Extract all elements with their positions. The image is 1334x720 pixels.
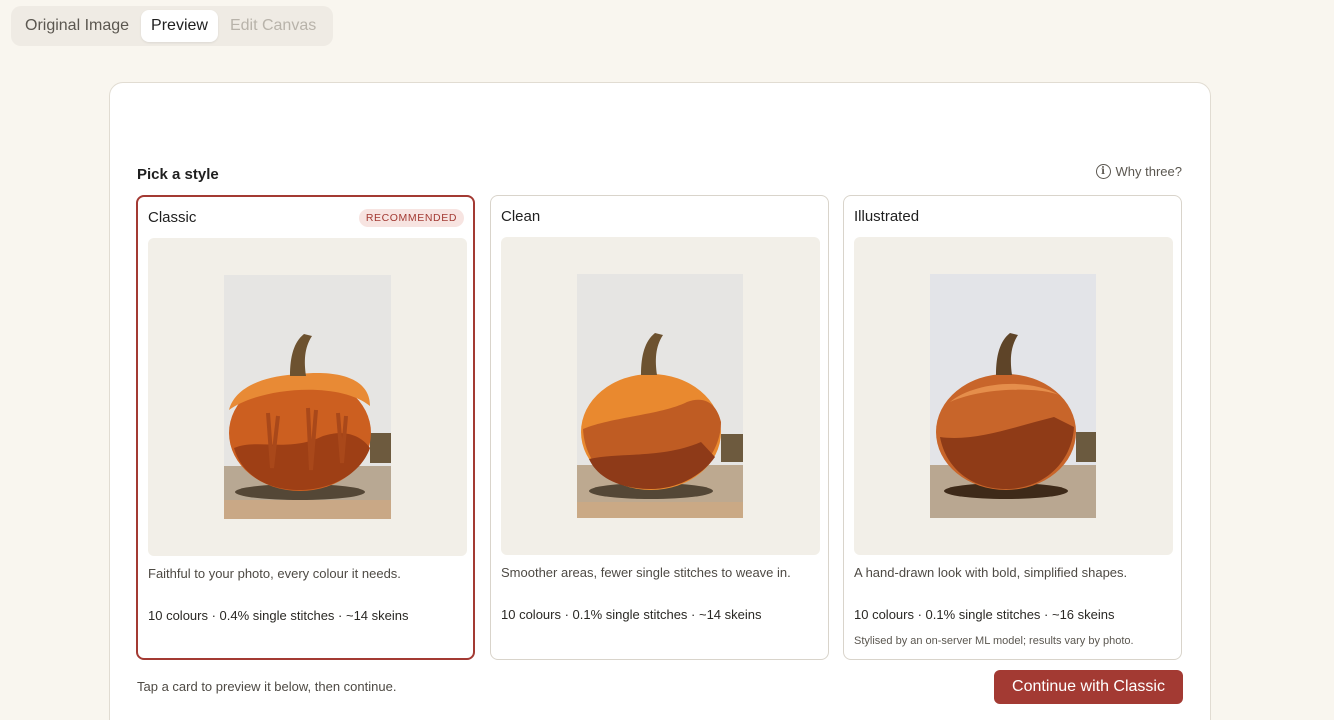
footer-hint: Tap a card to preview it below, then con… xyxy=(137,679,397,694)
style-picker-panel: Pick a style i Why three? Classic RECOMM… xyxy=(109,82,1211,720)
why-three-link[interactable]: i Why three? xyxy=(1095,164,1182,179)
style-card-classic[interactable]: Classic RECOMMENDED Faithful to your pho… xyxy=(136,195,475,660)
pattern-preview-image xyxy=(501,237,820,555)
pattern-preview-image xyxy=(854,237,1173,555)
card-note: Stylised by an on-server ML model; resul… xyxy=(854,635,1134,647)
info-icon: i xyxy=(1095,164,1111,179)
card-title: Illustrated xyxy=(854,208,920,225)
card-stats: 10 colours · 0.1% single stitches · ~16 … xyxy=(854,607,1115,622)
card-description: A hand-drawn look with bold, simplified … xyxy=(854,565,1128,580)
card-description: Smoother areas, fewer single stitches to… xyxy=(501,565,791,580)
tab-original-image[interactable]: Original Image xyxy=(15,10,139,42)
card-stats: 10 colours · 0.4% single stitches · ~14 … xyxy=(148,608,409,623)
continue-button[interactable]: Continue with Classic xyxy=(994,670,1183,704)
style-card-illustrated[interactable]: Illustrated A hand-drawn look with bold,… xyxy=(843,195,1182,660)
section-title: Pick a style xyxy=(137,166,219,183)
pattern-preview-image xyxy=(148,238,467,556)
card-description: Faithful to your photo, every colour it … xyxy=(148,566,401,581)
why-three-label: Why three? xyxy=(1115,164,1182,179)
tab-preview[interactable]: Preview xyxy=(141,10,218,42)
recommended-badge: RECOMMENDED xyxy=(358,209,464,227)
card-title: Clean xyxy=(501,208,541,225)
style-card-clean[interactable]: Clean Smoother areas, fewer single stitc… xyxy=(490,195,829,660)
card-stats: 10 colours · 0.1% single stitches · ~14 … xyxy=(501,607,762,622)
tab-edit-canvas[interactable]: Edit Canvas xyxy=(220,10,326,42)
view-tabs: Original Image Preview Edit Canvas xyxy=(11,6,333,46)
card-title: Classic xyxy=(148,209,197,226)
